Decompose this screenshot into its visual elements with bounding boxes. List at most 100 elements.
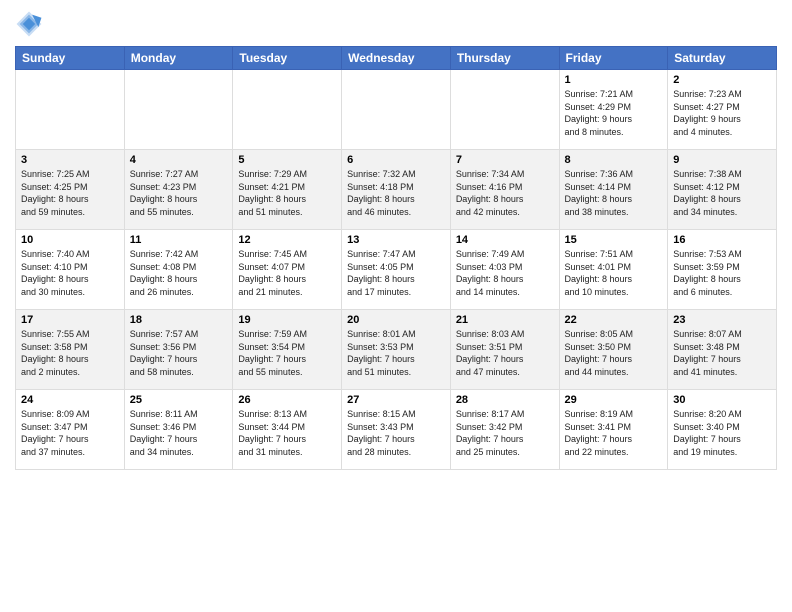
day-number: 1 xyxy=(565,74,663,86)
day-number: 11 xyxy=(130,234,228,246)
calendar-week-5: 24 Sunrise: 8:09 AM Sunset: 3:47 PM Dayli… xyxy=(16,390,777,470)
day-number: 8 xyxy=(565,154,663,166)
day-info: Sunrise: 7:42 AM Sunset: 4:08 PM Dayligh… xyxy=(130,248,228,298)
calendar-cell: 25 Sunrise: 8:11 AM Sunset: 3:46 PM Dayli… xyxy=(124,390,233,470)
calendar-header-row: SundayMondayTuesdayWednesdayThursdayFrid… xyxy=(16,47,777,70)
calendar-cell: 10 Sunrise: 7:40 AM Sunset: 4:10 PM Dayli… xyxy=(16,230,125,310)
day-header-thursday: Thursday xyxy=(450,47,559,70)
calendar-table: SundayMondayTuesdayWednesdayThursdayFrid… xyxy=(15,46,777,470)
header xyxy=(15,10,777,38)
day-number: 20 xyxy=(347,314,445,326)
calendar-cell: 21Sunrise: 8:03 AM Sunset: 3:51 PM Dayli… xyxy=(450,310,559,390)
day-info: Sunrise: 7:36 AM Sunset: 4:14 PM Dayligh… xyxy=(565,168,663,218)
day-info: Sunrise: 8:05 AM Sunset: 3:50 PM Dayligh… xyxy=(565,328,663,378)
day-info: Sunrise: 7:47 AM Sunset: 4:05 PM Dayligh… xyxy=(347,248,445,298)
day-number: 18 xyxy=(130,314,228,326)
day-info: Sunrise: 8:07 AM Sunset: 3:48 PM Dayligh… xyxy=(673,328,771,378)
day-number: 6 xyxy=(347,154,445,166)
day-number: 19 xyxy=(238,314,336,326)
day-number: 3 xyxy=(21,154,119,166)
day-info: Sunrise: 7:45 AM Sunset: 4:07 PM Dayligh… xyxy=(238,248,336,298)
day-number: 5 xyxy=(238,154,336,166)
calendar-cell: 27 Sunrise: 8:15 AM Sunset: 3:43 PM Dayli… xyxy=(342,390,451,470)
day-header-saturday: Saturday xyxy=(668,47,777,70)
day-info: Sunrise: 8:20 AM Sunset: 3:40 PM Dayligh… xyxy=(673,408,771,458)
calendar-cell xyxy=(16,70,125,150)
day-info: Sunrise: 7:34 AM Sunset: 4:16 PM Dayligh… xyxy=(456,168,554,218)
day-info: Sunrise: 8:09 AM Sunset: 3:47 PM Dayligh… xyxy=(21,408,119,458)
day-info: Sunrise: 7:55 AM Sunset: 3:58 PM Dayligh… xyxy=(21,328,119,378)
calendar-cell: 23 Sunrise: 8:07 AM Sunset: 3:48 PM Dayli… xyxy=(668,310,777,390)
calendar-week-4: 17 Sunrise: 7:55 AM Sunset: 3:58 PM Dayli… xyxy=(16,310,777,390)
day-info: Sunrise: 7:23 AM Sunset: 4:27 PM Dayligh… xyxy=(673,88,771,138)
calendar-cell xyxy=(233,70,342,150)
day-info: Sunrise: 7:29 AM Sunset: 4:21 PM Dayligh… xyxy=(238,168,336,218)
day-number: 10 xyxy=(21,234,119,246)
day-number: 21 xyxy=(456,314,554,326)
calendar-cell: 14 Sunrise: 7:49 AM Sunset: 4:03 PM Dayli… xyxy=(450,230,559,310)
day-number: 17 xyxy=(21,314,119,326)
calendar-cell: 22 Sunrise: 8:05 AM Sunset: 3:50 PM Dayli… xyxy=(559,310,668,390)
calendar-cell xyxy=(342,70,451,150)
day-number: 15 xyxy=(565,234,663,246)
calendar-cell: 17 Sunrise: 7:55 AM Sunset: 3:58 PM Dayli… xyxy=(16,310,125,390)
calendar-cell: 20 Sunrise: 8:01 AM Sunset: 3:53 PM Dayli… xyxy=(342,310,451,390)
day-number: 12 xyxy=(238,234,336,246)
day-info: Sunrise: 8:19 AM Sunset: 3:41 PM Dayligh… xyxy=(565,408,663,458)
calendar-week-2: 3 Sunrise: 7:25 AM Sunset: 4:25 PM Daylig… xyxy=(16,150,777,230)
day-header-sunday: Sunday xyxy=(16,47,125,70)
calendar-cell: 3 Sunrise: 7:25 AM Sunset: 4:25 PM Daylig… xyxy=(16,150,125,230)
calendar-week-1: 1Sunrise: 7:21 AM Sunset: 4:29 PM Daylig… xyxy=(16,70,777,150)
day-info: Sunrise: 7:51 AM Sunset: 4:01 PM Dayligh… xyxy=(565,248,663,298)
day-number: 25 xyxy=(130,394,228,406)
day-number: 13 xyxy=(347,234,445,246)
day-info: Sunrise: 7:40 AM Sunset: 4:10 PM Dayligh… xyxy=(21,248,119,298)
day-header-wednesday: Wednesday xyxy=(342,47,451,70)
calendar-cell: 19 Sunrise: 7:59 AM Sunset: 3:54 PM Dayli… xyxy=(233,310,342,390)
day-info: Sunrise: 8:13 AM Sunset: 3:44 PM Dayligh… xyxy=(238,408,336,458)
day-number: 7 xyxy=(456,154,554,166)
day-info: Sunrise: 7:49 AM Sunset: 4:03 PM Dayligh… xyxy=(456,248,554,298)
calendar-cell: 12 Sunrise: 7:45 AM Sunset: 4:07 PM Dayli… xyxy=(233,230,342,310)
day-header-tuesday: Tuesday xyxy=(233,47,342,70)
calendar-cell: 11 Sunrise: 7:42 AM Sunset: 4:08 PM Dayli… xyxy=(124,230,233,310)
calendar-cell: 1Sunrise: 7:21 AM Sunset: 4:29 PM Daylig… xyxy=(559,70,668,150)
day-info: Sunrise: 7:59 AM Sunset: 3:54 PM Dayligh… xyxy=(238,328,336,378)
calendar-cell: 16Sunrise: 7:53 AM Sunset: 3:59 PM Dayli… xyxy=(668,230,777,310)
calendar-week-3: 10 Sunrise: 7:40 AM Sunset: 4:10 PM Dayli… xyxy=(16,230,777,310)
day-info: Sunrise: 8:15 AM Sunset: 3:43 PM Dayligh… xyxy=(347,408,445,458)
logo-icon xyxy=(15,10,43,38)
day-info: Sunrise: 7:25 AM Sunset: 4:25 PM Dayligh… xyxy=(21,168,119,218)
calendar-cell: 13 Sunrise: 7:47 AM Sunset: 4:05 PM Dayli… xyxy=(342,230,451,310)
day-number: 22 xyxy=(565,314,663,326)
day-number: 28 xyxy=(456,394,554,406)
day-info: Sunrise: 7:32 AM Sunset: 4:18 PM Dayligh… xyxy=(347,168,445,218)
day-header-monday: Monday xyxy=(124,47,233,70)
day-number: 27 xyxy=(347,394,445,406)
day-number: 9 xyxy=(673,154,771,166)
day-number: 23 xyxy=(673,314,771,326)
calendar-cell: 18Sunrise: 7:57 AM Sunset: 3:56 PM Dayli… xyxy=(124,310,233,390)
calendar-cell: 29Sunrise: 8:19 AM Sunset: 3:41 PM Dayli… xyxy=(559,390,668,470)
day-number: 24 xyxy=(21,394,119,406)
day-number: 14 xyxy=(456,234,554,246)
calendar-container: SundayMondayTuesdayWednesdayThursdayFrid… xyxy=(0,0,792,612)
calendar-cell: 6 Sunrise: 7:32 AM Sunset: 4:18 PM Daylig… xyxy=(342,150,451,230)
day-info: Sunrise: 7:53 AM Sunset: 3:59 PM Dayligh… xyxy=(673,248,771,298)
day-info: Sunrise: 8:11 AM Sunset: 3:46 PM Dayligh… xyxy=(130,408,228,458)
day-number: 30 xyxy=(673,394,771,406)
calendar-cell: 2 Sunrise: 7:23 AM Sunset: 4:27 PM Daylig… xyxy=(668,70,777,150)
day-info: Sunrise: 8:01 AM Sunset: 3:53 PM Dayligh… xyxy=(347,328,445,378)
day-number: 2 xyxy=(673,74,771,86)
calendar-cell: 26 Sunrise: 8:13 AM Sunset: 3:44 PM Dayli… xyxy=(233,390,342,470)
calendar-cell: 4Sunrise: 7:27 AM Sunset: 4:23 PM Daylig… xyxy=(124,150,233,230)
day-number: 26 xyxy=(238,394,336,406)
calendar-cell: 9Sunrise: 7:38 AM Sunset: 4:12 PM Daylig… xyxy=(668,150,777,230)
logo xyxy=(15,10,47,38)
day-info: Sunrise: 8:17 AM Sunset: 3:42 PM Dayligh… xyxy=(456,408,554,458)
calendar-cell: 30 Sunrise: 8:20 AM Sunset: 3:40 PM Dayli… xyxy=(668,390,777,470)
day-header-friday: Friday xyxy=(559,47,668,70)
calendar-cell: 8 Sunrise: 7:36 AM Sunset: 4:14 PM Daylig… xyxy=(559,150,668,230)
calendar-cell xyxy=(124,70,233,150)
calendar-cell: 5 Sunrise: 7:29 AM Sunset: 4:21 PM Daylig… xyxy=(233,150,342,230)
